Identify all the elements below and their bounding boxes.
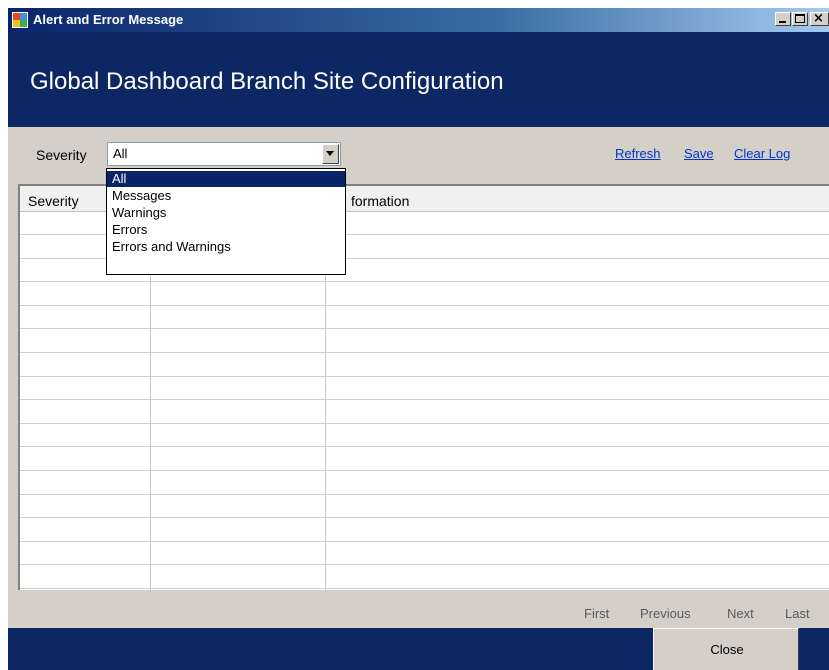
close-window-button[interactable]: × [810, 11, 829, 26]
close-icon: × [813, 11, 824, 26]
severity-dropdown-list[interactable]: All Messages Warnings Errors Errors and … [106, 168, 346, 275]
dropdown-option-errors-and-warnings[interactable]: Errors and Warnings [107, 239, 345, 255]
pager-first-link[interactable]: First [584, 606, 609, 621]
table-row[interactable] [20, 281, 829, 282]
table-row[interactable] [20, 494, 829, 495]
table-row[interactable] [20, 446, 829, 447]
close-button-label: Close [710, 642, 744, 657]
severity-combobox-value: All [113, 146, 128, 161]
chevron-down-icon [326, 151, 334, 156]
table-row[interactable] [20, 352, 829, 353]
severity-dropdown-button[interactable] [322, 144, 339, 164]
table-row[interactable] [20, 305, 829, 306]
table-row[interactable] [20, 517, 829, 518]
severity-label: Severity [36, 147, 87, 163]
dropdown-option-errors[interactable]: Errors [107, 222, 345, 238]
table-row[interactable] [20, 328, 829, 329]
table-row[interactable] [20, 470, 829, 471]
table-row[interactable] [20, 564, 829, 565]
close-button[interactable]: Close [653, 628, 799, 670]
column-header-information[interactable]: formation [351, 193, 409, 209]
refresh-link[interactable]: Refresh [615, 146, 661, 161]
table-row[interactable] [20, 541, 829, 542]
title-bar[interactable]: Alert and Error Message × [8, 8, 829, 32]
pager-next-link[interactable]: Next [727, 606, 754, 621]
alert-error-window: Alert and Error Message × Global Dashboa… [8, 8, 829, 670]
dropdown-option-warnings[interactable]: Warnings [107, 205, 345, 221]
clear-log-link[interactable]: Clear Log [734, 146, 790, 161]
severity-combobox[interactable]: All [107, 142, 341, 166]
pager-previous-link[interactable]: Previous [640, 606, 691, 621]
dropdown-option-messages[interactable]: Messages [107, 188, 345, 204]
window-title: Alert and Error Message [33, 12, 184, 27]
page-title: Global Dashboard Branch Site Configurati… [30, 68, 504, 95]
table-row[interactable] [20, 423, 829, 424]
table-row[interactable] [20, 399, 829, 400]
save-link[interactable]: Save [684, 146, 714, 161]
minimize-icon [779, 21, 786, 23]
maximize-button[interactable] [792, 12, 808, 26]
column-header-severity[interactable]: Severity [28, 193, 79, 209]
dropdown-option-all[interactable]: All [107, 171, 345, 187]
pager-last-link[interactable]: Last [785, 606, 810, 621]
table-row[interactable] [20, 588, 829, 589]
maximize-icon [795, 14, 805, 23]
header-banner: Global Dashboard Branch Site Configurati… [8, 32, 829, 127]
app-window-icon [12, 12, 28, 28]
table-row[interactable] [20, 376, 829, 377]
minimize-button[interactable] [775, 12, 791, 26]
